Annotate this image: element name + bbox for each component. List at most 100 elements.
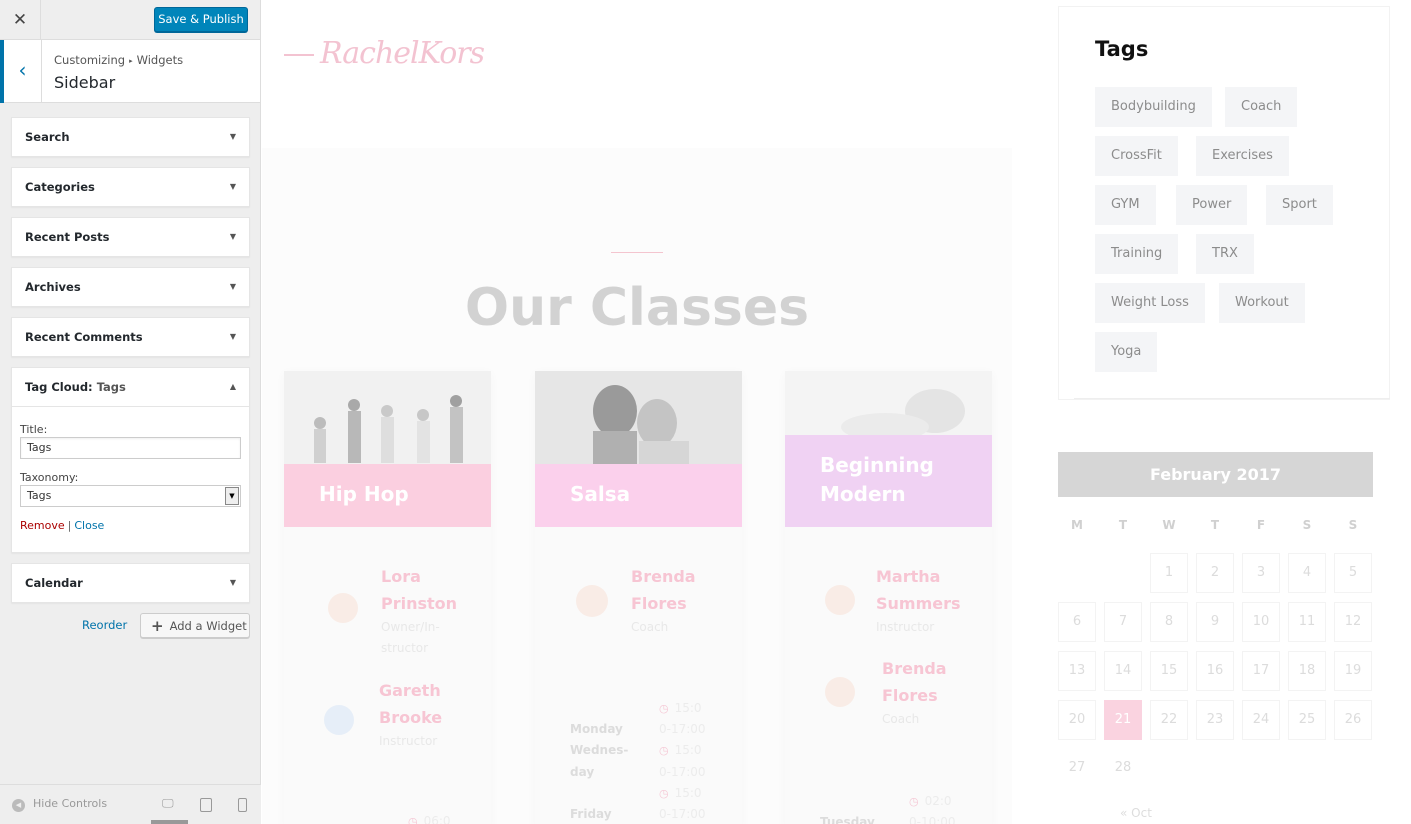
class-card-salsa[interactable]: Salsa Brenda Flores Coach Monday Wednes-…	[535, 371, 742, 824]
widget-recent-comments[interactable]: Recent Comments ▼	[11, 317, 250, 357]
site-logo[interactable]: RachelKors	[284, 36, 485, 71]
calendar-day[interactable]: 20	[1058, 700, 1096, 740]
coach-name[interactable]: Flores	[631, 590, 687, 617]
close-icon[interactable]: ✕	[0, 0, 41, 40]
tag-sport[interactable]: Sport	[1266, 185, 1333, 225]
calendar-weekday: S	[1348, 518, 1358, 532]
calendar-day[interactable]: 28	[1104, 749, 1142, 789]
widget-header[interactable]: Search ▼	[12, 118, 249, 156]
section-header: ‹ Customizing ▸ Widgets Sidebar	[0, 40, 260, 103]
coach-name[interactable]: Lora	[381, 563, 421, 590]
expand-arrow-icon[interactable]: ▼	[230, 318, 236, 356]
tag-trx[interactable]: TRX	[1196, 234, 1254, 274]
time-value: 02:0	[924, 794, 952, 808]
class-image[interactable]: Salsa	[535, 371, 742, 527]
widget-header[interactable]: Tag Cloud: Tags ▲	[12, 368, 249, 406]
tag-weight-loss[interactable]: Weight Loss	[1095, 283, 1205, 323]
time-value: 15:0	[674, 743, 702, 757]
add-widget-button[interactable]: + Add a Widget	[140, 613, 250, 638]
tag-yoga[interactable]: Yoga	[1095, 332, 1158, 372]
schedule-time: 0-10:00	[909, 815, 956, 824]
widget-archives[interactable]: Archives ▼	[11, 267, 250, 307]
title-input[interactable]: Tags	[20, 437, 241, 459]
calendar-day[interactable]: 23	[1196, 700, 1234, 740]
remove-link[interactable]: Remove	[20, 519, 65, 532]
widget-search[interactable]: Search ▼	[11, 117, 250, 157]
calendar-day[interactable]: 6	[1058, 602, 1096, 642]
calendar-day[interactable]: 25	[1288, 700, 1326, 740]
reorder-link[interactable]: Reorder	[82, 618, 127, 632]
calendar-day[interactable]: 14	[1104, 651, 1142, 691]
coach-name[interactable]: Flores	[882, 682, 938, 709]
widget-header[interactable]: Categories ▼	[12, 168, 249, 206]
dropdown-arrow-icon[interactable]: ▼	[225, 487, 239, 505]
calendar-day-today[interactable]: 21	[1104, 700, 1142, 740]
coach-name[interactable]: Brenda	[882, 655, 947, 682]
coach-name[interactable]: Martha	[876, 563, 940, 590]
calendar-day[interactable]: 12	[1334, 602, 1372, 642]
tag-power[interactable]: Power	[1176, 185, 1248, 225]
calendar-day[interactable]: 1	[1150, 553, 1188, 593]
expand-arrow-icon[interactable]: ▼	[230, 218, 236, 256]
calendar-day[interactable]: 27	[1058, 749, 1096, 789]
class-card-hip-hop[interactable]: Hip Hop Lora Prinston Owner/In- structor…	[284, 371, 491, 824]
calendar-day[interactable]: 15	[1150, 651, 1188, 691]
mobile-preview-icon[interactable]	[238, 798, 247, 812]
coach-name[interactable]: Gareth	[379, 677, 441, 704]
calendar-day[interactable]: 18	[1288, 651, 1326, 691]
widget-header[interactable]: Calendar ▼	[12, 564, 249, 602]
tag-coach[interactable]: Coach	[1225, 87, 1298, 127]
tag-training[interactable]: Training	[1095, 234, 1179, 274]
tablet-preview-icon[interactable]	[200, 798, 212, 812]
widget-title: Recent Comments	[25, 330, 143, 344]
expand-arrow-icon[interactable]: ▼	[230, 564, 236, 602]
expand-arrow-icon[interactable]: ▼	[230, 168, 236, 206]
calendar-day[interactable]: 4	[1288, 553, 1326, 593]
calendar-prev-link[interactable]: « Oct	[1120, 806, 1152, 820]
tag-exercises[interactable]: Exercises	[1196, 136, 1289, 176]
expand-arrow-icon[interactable]: ▼	[230, 118, 236, 156]
widget-categories[interactable]: Categories ▼	[11, 167, 250, 207]
calendar-day[interactable]: 17	[1242, 651, 1280, 691]
widget-header[interactable]: Recent Posts ▼	[12, 218, 249, 256]
calendar-day[interactable]: 5	[1334, 553, 1372, 593]
calendar-day[interactable]: 10	[1242, 602, 1280, 642]
close-link[interactable]: Close	[74, 519, 104, 532]
tag-workout[interactable]: Workout	[1219, 283, 1305, 323]
taxonomy-select[interactable]: Tags ▼	[20, 485, 241, 507]
class-card-beginning-modern[interactable]: Beginning Modern Martha Summers Instruct…	[785, 371, 992, 824]
calendar-day[interactable]: 8	[1150, 602, 1188, 642]
calendar-day[interactable]: 16	[1196, 651, 1234, 691]
coach-name[interactable]: Summers	[876, 590, 961, 617]
calendar-day[interactable]: 22	[1150, 700, 1188, 740]
calendar-day[interactable]: 24	[1242, 700, 1280, 740]
hide-controls-button[interactable]: ◀ Hide Controls	[12, 797, 107, 812]
calendar-day[interactable]: 7	[1104, 602, 1142, 642]
desktop-preview-icon[interactable]: 🖵	[162, 796, 174, 811]
calendar-day[interactable]: 9	[1196, 602, 1234, 642]
calendar-day[interactable]: 13	[1058, 651, 1096, 691]
save-publish-button[interactable]: Save & Publish	[154, 7, 248, 32]
calendar-day[interactable]: 3	[1242, 553, 1280, 593]
calendar-day[interactable]: 11	[1288, 602, 1326, 642]
tag-gym[interactable]: GYM	[1095, 185, 1156, 225]
widget-tag-cloud[interactable]: Tag Cloud: Tags ▲ Title: Tags Taxonomy: …	[11, 367, 250, 553]
widget-recent-posts[interactable]: Recent Posts ▼	[11, 217, 250, 257]
widget-header[interactable]: Archives ▼	[12, 268, 249, 306]
coach-name[interactable]: Prinston	[381, 590, 457, 617]
tag-crossfit[interactable]: CrossFit	[1095, 136, 1178, 176]
calendar-day[interactable]: 19	[1334, 651, 1372, 691]
tag-bodybuilding[interactable]: Bodybuilding	[1095, 87, 1212, 127]
back-arrow-icon[interactable]: ‹	[0, 40, 42, 103]
class-image[interactable]: Hip Hop	[284, 371, 491, 527]
class-image[interactable]: Beginning Modern	[785, 371, 992, 527]
coach-name[interactable]: Brooke	[379, 704, 442, 731]
widget-calendar[interactable]: Calendar ▼	[11, 563, 250, 603]
clock-icon: ◷	[909, 795, 919, 808]
collapse-arrow-icon[interactable]: ▲	[230, 368, 236, 406]
calendar-day[interactable]: 26	[1334, 700, 1372, 740]
coach-name[interactable]: Brenda	[631, 563, 696, 590]
widget-header[interactable]: Recent Comments ▼	[12, 318, 249, 356]
calendar-day[interactable]: 2	[1196, 553, 1234, 593]
expand-arrow-icon[interactable]: ▼	[230, 268, 236, 306]
